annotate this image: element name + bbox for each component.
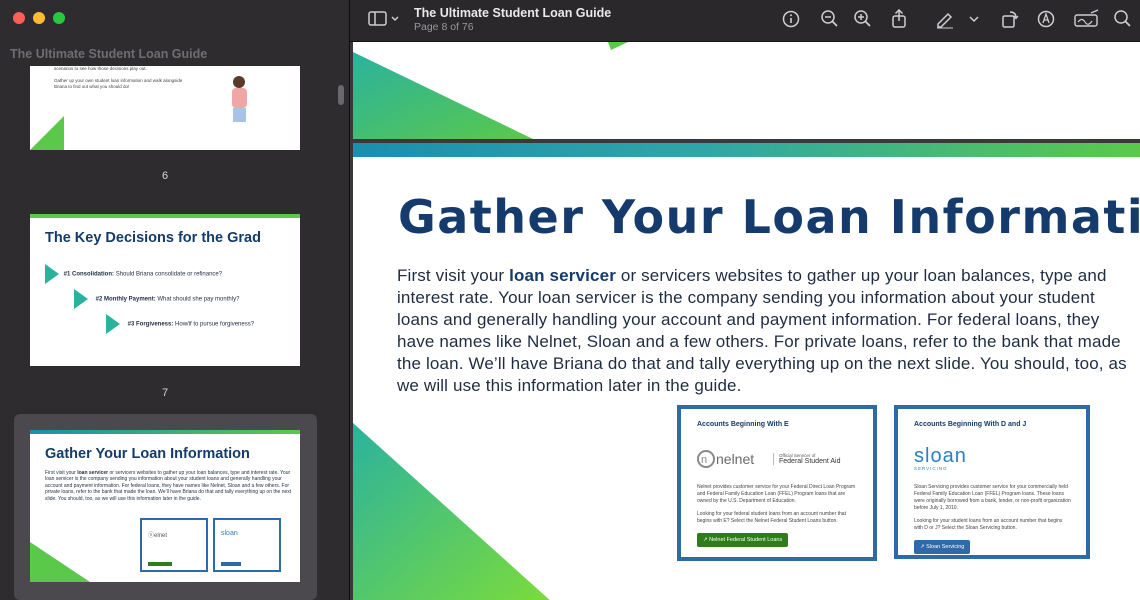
card-description: Nelnet provides customer service for you… xyxy=(697,484,856,504)
share-icon[interactable] xyxy=(889,8,909,29)
thumbnail-page-8[interactable]: Gather Your Loan Information First visit… xyxy=(30,430,300,582)
close-window-button[interactable] xyxy=(13,12,25,24)
card-instructions: Looking for your federal student loans f… xyxy=(697,511,846,524)
card-heading: Accounts Beginning With D and J xyxy=(914,421,1027,428)
sidebar-toggle-icon[interactable] xyxy=(368,9,402,29)
thumbnail-page-7[interactable]: The Key Decisions for the Grad #1 Consol… xyxy=(30,214,300,366)
markup-pen-icon[interactable] xyxy=(935,9,955,29)
arrow-icon xyxy=(45,264,59,284)
toolbar: The Ultimate Student Loan Guide Page 8 o… xyxy=(350,0,1140,42)
zoom-in-icon[interactable] xyxy=(853,9,873,29)
thumb-heading: Gather Your Loan Information xyxy=(45,446,250,462)
page-indicator: Page 8 of 76 xyxy=(414,21,474,33)
previous-page-bottom xyxy=(353,42,1140,139)
decision-text: How/if to pursue forgiveness? xyxy=(175,321,255,328)
nelnet-logo-icon: n nelnet xyxy=(697,450,754,468)
decision-label: #3 Forgiveness: xyxy=(127,321,174,328)
arrow-icon xyxy=(74,289,88,309)
svg-text:nelnet: nelnet xyxy=(716,451,754,467)
decision-label: #2 Monthly Payment: xyxy=(95,296,156,303)
decision-label: #1 Consolidation: xyxy=(63,271,115,278)
thumbnail-page-6[interactable]: scenarios to see how those decisions pla… xyxy=(30,66,300,150)
thumb-card-sloan: sloan xyxy=(213,518,281,572)
decision-text: What should she pay monthly? xyxy=(157,296,240,303)
thumbnail-sidebar: The Ultimate Student Loan Guide scenario… xyxy=(0,0,349,600)
search-icon[interactable] xyxy=(1113,9,1133,29)
sloan-logo: sloan SERVICING xyxy=(914,445,967,471)
minimize-window-button[interactable] xyxy=(33,12,45,24)
thumb-text: scenarios to see how those decisions pla… xyxy=(54,66,147,71)
sloan-card: Accounts Beginning With D and J sloan SE… xyxy=(894,405,1090,559)
illustration-woman-icon xyxy=(232,76,247,122)
zoom-out-icon[interactable] xyxy=(820,9,840,29)
loan-servicer-term: loan servicer xyxy=(509,266,616,285)
decision-text: Should Briana consolidate or refinance? xyxy=(115,271,223,278)
page-decoration xyxy=(353,42,628,139)
thumb-heading: The Key Decisions for the Grad xyxy=(45,230,261,246)
zoom-window-button[interactable] xyxy=(53,12,65,24)
document-title: The Ultimate Student Loan Guide xyxy=(414,6,612,20)
card-description: Sloan Servicing provides customer servic… xyxy=(914,484,1071,511)
window-controls xyxy=(13,12,65,24)
info-icon[interactable] xyxy=(781,9,801,29)
thumb-card-nelnet: ⓝelnet xyxy=(140,518,208,572)
document-view[interactable]: Gather Your Loan Information First visit… xyxy=(350,42,1140,600)
nelnet-logo: n nelnet Official Servicer of Federal St… xyxy=(697,446,873,472)
page-body-text: First visit your loan servicer or servic… xyxy=(397,266,1127,395)
card-heading: Accounts Beginning With E xyxy=(697,421,789,428)
card-instructions: Looking for your student loans from an a… xyxy=(914,518,1063,531)
nelnet-card: Accounts Beginning With E n nelnet Offic… xyxy=(677,405,877,561)
nelnet-federal-student-loans-button[interactable]: ↗ Nelnet Federal Student Loans xyxy=(697,533,789,547)
page-heading: Gather Your Loan Information xyxy=(398,190,1140,244)
thumb-decoration xyxy=(30,542,90,582)
page-number-label: 7 xyxy=(161,387,169,399)
pdf-page-8: Gather Your Loan Information First visit… xyxy=(353,143,1140,600)
chevron-down-icon[interactable] xyxy=(967,9,981,29)
sidebar-scrollbar[interactable] xyxy=(338,85,344,105)
annotate-icon[interactable] xyxy=(1036,9,1056,29)
svg-text:n: n xyxy=(701,454,707,466)
rotate-icon[interactable] xyxy=(1000,9,1020,29)
sidebar-document-title: The Ultimate Student Loan Guide xyxy=(10,47,208,61)
thumb-text: Briana to find out what you should do! xyxy=(54,84,130,89)
thumb-decoration xyxy=(30,116,64,150)
signature-icon[interactable] xyxy=(1074,9,1100,29)
page-number-label: 6 xyxy=(161,170,169,182)
sloan-servicing-button[interactable]: ↗ Sloan Servicing xyxy=(914,540,971,554)
arrow-icon xyxy=(106,314,120,334)
preview-window: The Ultimate Student Loan Guide scenario… xyxy=(0,0,1140,600)
